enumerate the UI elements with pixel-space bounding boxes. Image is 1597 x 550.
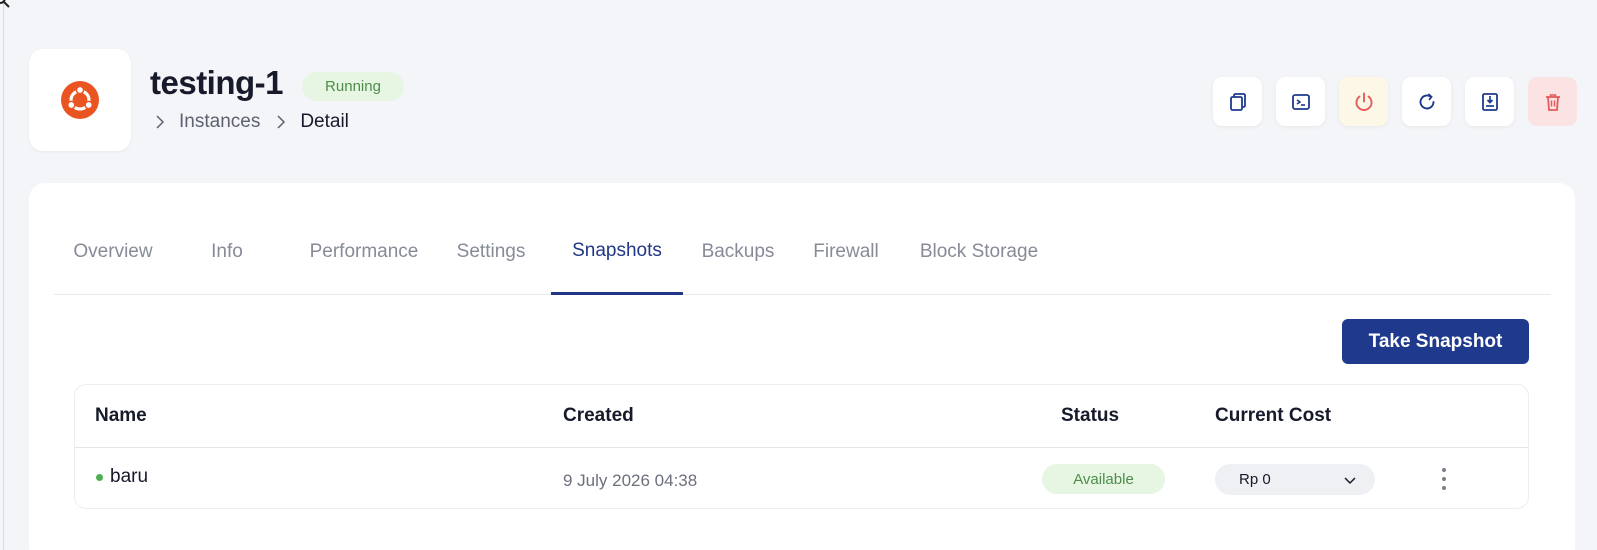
left-edge-divider: [3, 0, 4, 550]
tab-block-storage[interactable]: Block Storage: [912, 209, 1046, 295]
instance-actions-toolbar: [1213, 77, 1577, 126]
breadcrumb: Instances Detail: [153, 110, 349, 134]
detail-card: Overview Info Performance Settings Snaps…: [29, 183, 1575, 550]
tab-info[interactable]: Info: [187, 209, 267, 295]
save-icon: [1481, 92, 1498, 111]
trash-icon: [1545, 93, 1560, 111]
copy-button[interactable]: [1213, 77, 1262, 126]
console-icon: [1291, 93, 1310, 110]
page-title: testing-1: [150, 64, 284, 101]
breadcrumb-current: Detail: [300, 111, 349, 132]
snapshots-table: Name Created Status Current Cost baru 9 …: [74, 384, 1529, 509]
table-header: Name Created Status Current Cost: [75, 385, 1528, 448]
console-button[interactable]: [1276, 77, 1325, 126]
table-row: baru 9 July 2026 04:38 Available Rp 0: [75, 449, 1528, 508]
os-logo-card: [29, 49, 131, 151]
delete-button[interactable]: [1528, 77, 1577, 126]
column-header-current-cost: Current Cost: [1215, 405, 1332, 426]
detail-tabs: Overview Info Performance Settings Snaps…: [54, 209, 1551, 295]
tab-settings[interactable]: Settings: [441, 209, 541, 295]
breadcrumb-instances-link[interactable]: Instances: [179, 111, 260, 133]
tab-performance[interactable]: Performance: [299, 209, 429, 295]
kebab-dot: [1442, 477, 1446, 481]
column-header-status: Status: [1061, 405, 1120, 426]
column-header-name: Name: [95, 405, 147, 426]
row-actions-button[interactable]: [1433, 466, 1455, 492]
cost-dropdown[interactable]: Rp 0: [1215, 464, 1375, 495]
snapshot-created: 9 July 2026 04:38: [563, 471, 698, 490]
instance-status-badge: Running: [302, 72, 404, 101]
snapshot-name: baru: [110, 466, 149, 487]
search-icon[interactable]: [0, 0, 10, 8]
restart-button[interactable]: [1402, 77, 1451, 126]
snapshot-name-cell: baru: [96, 466, 148, 488]
snapshot-status-badge: Available: [1042, 464, 1165, 494]
chevron-down-icon: [1344, 476, 1356, 484]
restart-icon: [1419, 93, 1434, 109]
ubuntu-icon: [61, 81, 99, 119]
status-dot: [96, 473, 103, 481]
kebab-dot: [1442, 468, 1446, 472]
cost-value: Rp 0: [1239, 471, 1271, 488]
chevron-right-icon: [277, 115, 286, 129]
column-header-created: Created: [563, 405, 634, 426]
tab-firewall[interactable]: Firewall: [796, 209, 896, 295]
tab-snapshots[interactable]: Snapshots: [551, 209, 683, 295]
copy-icon: [1229, 92, 1246, 111]
tab-backups[interactable]: Backups: [692, 209, 784, 295]
tab-overview[interactable]: Overview: [54, 209, 172, 295]
chevron-right-icon: [156, 115, 165, 129]
kebab-dot: [1442, 486, 1446, 490]
power-icon: [1355, 92, 1372, 111]
take-snapshot-button[interactable]: Take Snapshot: [1342, 319, 1529, 364]
power-button[interactable]: [1339, 77, 1388, 126]
save-image-button[interactable]: [1465, 77, 1514, 126]
